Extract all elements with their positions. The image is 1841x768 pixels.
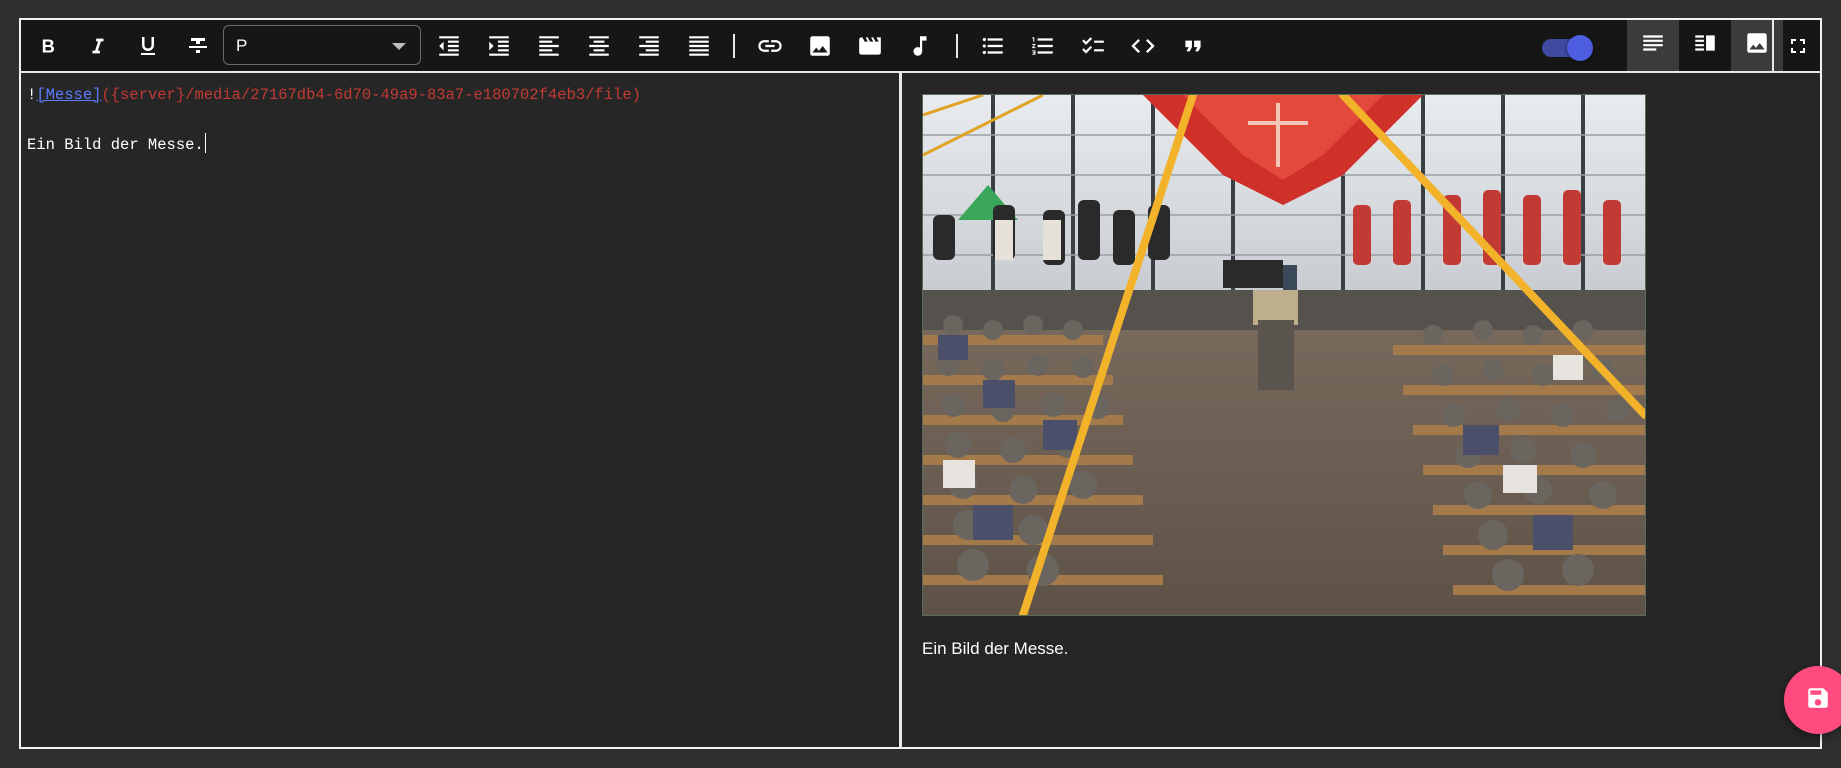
bullet-list-icon <box>980 33 1006 59</box>
paragraph-text: Ein Bild der Messe. <box>27 136 204 154</box>
checklist-button[interactable] <box>1076 30 1110 62</box>
align-left-icon <box>536 33 562 59</box>
align-justify-icon <box>686 33 712 59</box>
toolbar-separator <box>1772 20 1774 71</box>
editor-view-icon <box>1640 30 1666 61</box>
fullscreen-button[interactable] <box>1781 30 1815 62</box>
fullscreen-icon <box>1786 34 1810 58</box>
preview-image <box>922 94 1646 616</box>
align-center-icon <box>586 33 612 59</box>
outdent-icon <box>436 33 462 59</box>
preview-view-icon <box>1744 30 1770 61</box>
editor-toolbar: B P <box>21 20 1820 73</box>
video-icon <box>857 33 883 59</box>
code-button[interactable] <box>1126 30 1160 62</box>
align-justify-button[interactable] <box>682 30 716 62</box>
paragraph-format-value: P <box>236 36 248 55</box>
indent-icon <box>486 33 512 59</box>
insert-image-button[interactable] <box>803 30 837 62</box>
text-cursor <box>204 133 207 153</box>
checklist-icon <box>1080 33 1106 59</box>
toggle-knob <box>1567 35 1593 61</box>
church-mass-photo <box>923 95 1645 615</box>
outdent-button[interactable] <box>432 30 466 62</box>
view-mode-preview-button[interactable] <box>1731 20 1783 71</box>
link-icon <box>756 32 784 60</box>
strikethrough-button[interactable] <box>181 30 215 62</box>
bold-icon: B <box>37 35 59 57</box>
code-icon <box>1129 32 1157 60</box>
markdown-source-pane[interactable]: ![Messe]({server}/media/27167db4-6d70-49… <box>21 73 899 747</box>
split-view-icon <box>1692 30 1718 61</box>
italic-button[interactable] <box>81 30 115 62</box>
view-mode-editor-button[interactable] <box>1627 20 1679 71</box>
image-icon <box>807 33 833 59</box>
underline-icon <box>136 34 160 58</box>
italic-icon <box>87 35 109 57</box>
toolbar-separator <box>956 34 958 58</box>
preview-caption: Ein Bild der Messe. <box>922 639 1069 658</box>
toolbar-separator <box>733 34 735 58</box>
numbered-list-button[interactable] <box>1026 30 1060 62</box>
markdown-source[interactable]: ![Messe]({server}/media/27167db4-6d70-49… <box>27 83 641 158</box>
indent-button[interactable] <box>482 30 516 62</box>
bullet-list-button[interactable] <box>976 30 1010 62</box>
insert-video-button[interactable] <box>853 30 887 62</box>
svg-text:B: B <box>42 35 55 56</box>
numbered-list-icon <box>1030 33 1056 59</box>
quote-icon <box>1180 33 1206 59</box>
chevron-down-icon <box>392 43 406 50</box>
preview-pane: Ein Bild der Messe. <box>902 73 1820 747</box>
image-syntax-bang: ! <box>27 86 37 104</box>
align-right-icon <box>636 33 662 59</box>
paragraph-format-select[interactable]: P <box>223 25 421 65</box>
view-mode-split-button[interactable] <box>1679 20 1731 71</box>
insert-audio-button[interactable] <box>903 30 937 62</box>
underline-button[interactable] <box>131 30 165 62</box>
markdown-editor: B P ![Messe]({server}/media/27167db4-6d7… <box>19 18 1822 749</box>
insert-link-button[interactable] <box>753 30 787 62</box>
image-url: ({server}/media/27167db4-6d70-49a9-83a7-… <box>101 86 641 104</box>
blockquote-button[interactable] <box>1176 30 1210 62</box>
save-icon <box>1805 685 1831 716</box>
preview-toggle[interactable] <box>1542 35 1593 61</box>
align-right-button[interactable] <box>632 30 666 62</box>
image-link-text: [Messe] <box>36 86 102 104</box>
align-left-button[interactable] <box>532 30 566 62</box>
music-icon <box>907 33 933 59</box>
align-center-button[interactable] <box>582 30 616 62</box>
strikethrough-icon <box>186 34 210 58</box>
bold-button[interactable]: B <box>31 30 65 62</box>
